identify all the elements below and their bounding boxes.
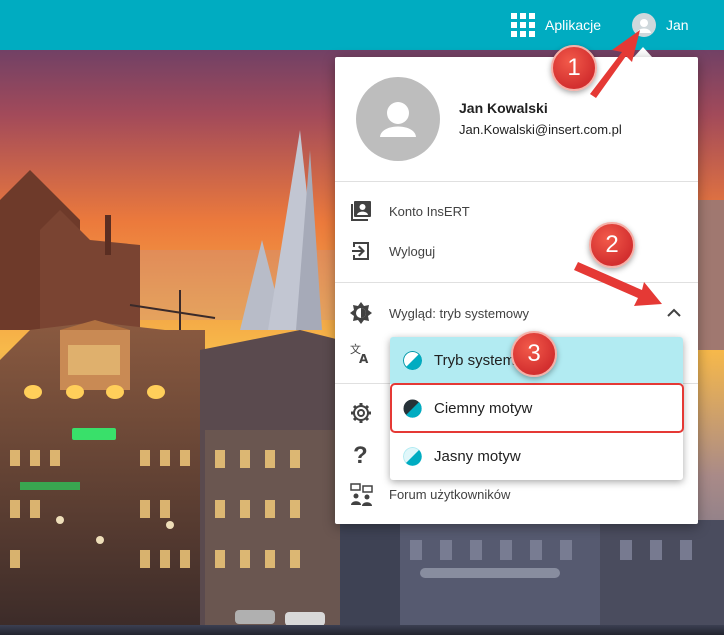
menu-item-logout[interactable]: Wyloguj (335, 231, 698, 271)
gear-icon (350, 402, 372, 424)
top-app-bar (0, 0, 724, 50)
user-avatar-icon (632, 13, 656, 37)
account-box-icon (350, 200, 372, 222)
dropdown-caret (634, 47, 652, 57)
help-icon: ? (350, 442, 372, 469)
brightness-icon (350, 302, 372, 324)
svg-text:A: A (359, 352, 369, 364)
svg-text:?: ? (353, 443, 368, 465)
theme-light-icon (403, 447, 422, 466)
divider (335, 282, 698, 283)
menu-item-forum[interactable]: Forum użytkowników (335, 474, 698, 514)
annotation-badge-3: 3 (511, 331, 557, 377)
annotation-badge-1: 1 (551, 45, 597, 91)
annotation-highlight-box (390, 383, 684, 433)
apps-grid-icon (511, 13, 535, 37)
avatar (356, 77, 440, 161)
theme-option-light[interactable]: Jasny motyw (390, 433, 683, 480)
apps-button[interactable]: Aplikacje (511, 12, 601, 38)
divider (335, 181, 698, 182)
profile-section: Jan Kowalski Jan.Kowalski@insert.com.pl (335, 57, 698, 181)
user-menu-button[interactable]: Jan (632, 12, 689, 38)
menu-item-logout-label: Wyloguj (389, 243, 436, 259)
menu-item-appearance[interactable]: Wygląd: tryb systemowy (335, 293, 698, 333)
profile-name: Jan Kowalski (459, 100, 548, 116)
menu-item-appearance-label: Wygląd: tryb systemowy (389, 305, 530, 321)
theme-option-label: Jasny motyw (434, 448, 521, 465)
logout-icon (350, 240, 372, 262)
menu-item-account[interactable]: Konto InsERT (335, 191, 698, 231)
menu-item-forum-label: Forum użytkowników (389, 486, 511, 502)
apps-label: Aplikacje (545, 17, 602, 33)
translate-icon: 文 A (350, 342, 372, 366)
chevron-up-icon[interactable] (666, 305, 682, 321)
user-name-label: Jan (666, 17, 689, 33)
menu-item-account-label: Konto InsERT (389, 203, 470, 219)
theme-system-icon (403, 351, 422, 370)
profile-email: Jan.Kowalski@insert.com.pl (459, 122, 622, 137)
annotation-badge-2: 2 (589, 222, 635, 268)
forum-users-icon (350, 483, 373, 506)
